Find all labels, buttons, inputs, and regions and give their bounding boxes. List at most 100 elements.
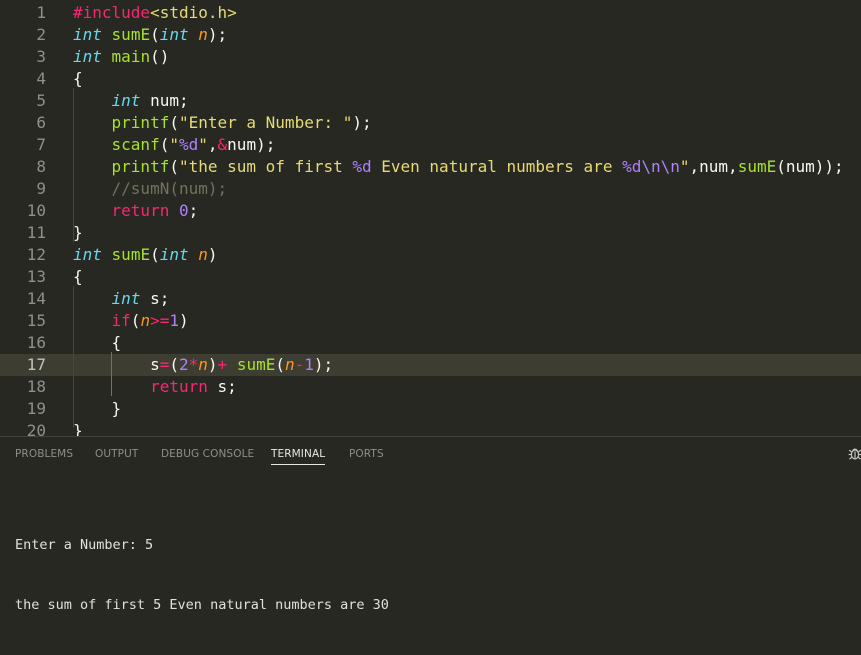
code-text: return 0; [73, 200, 199, 222]
code-token: - [294, 355, 305, 374]
code-line[interactable]: 18 return s; [0, 376, 861, 398]
code-token: >= [150, 311, 170, 330]
code-line[interactable]: 4{ [0, 68, 861, 90]
code-token: ( [150, 245, 160, 264]
code-token: " [169, 135, 179, 154]
code-token: 1 [169, 311, 179, 330]
current-code-line[interactable]: 17 s=(2*n)+ sumE(n-1); [0, 354, 861, 376]
code-token: if [111, 311, 131, 330]
code-text: if(n>=1) [73, 310, 189, 332]
code-text: } [73, 222, 83, 244]
code-token: n [198, 245, 208, 264]
code-text: int sumE(int n); [73, 24, 227, 46]
code-text: printf("the sum of first %d Even natural… [73, 156, 844, 178]
code-token: num); [227, 135, 276, 154]
code-token: int [111, 289, 141, 308]
code-text: } [73, 420, 83, 436]
code-token: <stdio.h> [150, 3, 237, 22]
code-line[interactable]: 5 int num; [0, 90, 861, 112]
line-number: 13 [26, 267, 46, 286]
line-number: 11 [26, 223, 46, 242]
code-token: ) [178, 311, 189, 330]
code-token: n [198, 25, 208, 44]
code-editor[interactable]: 1 #include<stdio.h> 2 int sumE(int n); 3 int … [0, 0, 861, 436]
code-token: n [285, 355, 295, 374]
code-text: { [73, 332, 122, 354]
code-line[interactable]: 19 } [0, 398, 861, 420]
panel-tabs: PROBLEMS OUTPUT DEBUG CONSOLE TERMINAL P… [0, 437, 861, 471]
code-token: 2 [178, 355, 189, 374]
code-line[interactable]: 14 int s; [0, 288, 861, 310]
code-line[interactable]: 7 scanf("%d",&num); [0, 134, 861, 156]
code-line[interactable]: 6 printf("Enter a Number: "); [0, 112, 861, 134]
code-token: } [73, 399, 122, 418]
line-number: 17 [26, 355, 46, 374]
code-line[interactable]: 3 int main() [0, 46, 861, 68]
code-line[interactable]: 16 { [0, 332, 861, 354]
bottom-panel: PROBLEMS OUTPUT DEBUG CONSOLE TERMINAL P… [0, 436, 861, 613]
line-number: 3 [36, 47, 46, 66]
code-line[interactable]: 8 printf("the sum of first %d Even natur… [0, 156, 861, 178]
line-number: 20 [26, 421, 46, 436]
code-text: //sumN(num); [73, 178, 228, 200]
code-line[interactable]: 13 { [0, 266, 861, 288]
code-token: int [159, 25, 189, 44]
code-token: 0 [178, 201, 189, 220]
line-number: 7 [36, 135, 46, 154]
line-number: 12 [26, 245, 46, 264]
code-token: scanf [111, 135, 160, 154]
line-number: 6 [36, 113, 46, 132]
code-token: printf [111, 157, 170, 176]
terminal-output[interactable]: Enter a Number: 5 the sum of first 5 Eve… [15, 495, 389, 655]
code-line[interactable]: 10 return 0; [0, 200, 861, 222]
code-token: s; [140, 289, 170, 308]
code-token: ( [169, 157, 179, 176]
code-token: int [111, 91, 141, 110]
indent-guide [73, 88, 74, 242]
code-token: , [207, 135, 218, 154]
code-line[interactable]: 15 if(n>=1) [0, 310, 861, 332]
code-token: sumE [236, 355, 276, 374]
code-token: int [73, 25, 102, 44]
code-token: } [73, 421, 83, 436]
tab-debug-console[interactable]: DEBUG CONSOLE [161, 448, 254, 460]
code-token: ); [313, 355, 334, 374]
active-indent-guide [111, 352, 112, 396]
tab-output[interactable]: OUTPUT [95, 448, 138, 460]
code-token: s; [207, 377, 237, 396]
code-token: ( [130, 311, 141, 330]
code-token: #include [73, 3, 151, 22]
bug-icon[interactable] [848, 445, 861, 461]
line-number: 1 [36, 3, 46, 22]
code-token: n [140, 311, 151, 330]
line-number: 8 [36, 157, 46, 176]
tab-problems[interactable]: PROBLEMS [15, 448, 73, 460]
code-text: return s; [73, 376, 237, 398]
code-line[interactable]: 20} [0, 420, 861, 436]
code-token: ( [150, 25, 160, 44]
terminal-line: Enter a Number: 5 [15, 537, 154, 553]
code-token: n [198, 355, 208, 374]
tab-ports[interactable]: PORTS [349, 448, 384, 460]
tab-terminal[interactable]: TERMINAL [271, 448, 326, 465]
code-line[interactable]: 11} [0, 222, 861, 244]
code-text: int num; [73, 90, 189, 112]
code-line[interactable]: 1 #include<stdio.h> [0, 2, 861, 24]
code-token: ) [207, 245, 218, 264]
code-line[interactable]: 2 int sumE(int n); [0, 24, 861, 46]
code-token: sumE [111, 25, 151, 44]
code-token: int [73, 245, 102, 264]
code-line[interactable]: 12 int sumE(int n) [0, 244, 861, 266]
line-number: 10 [26, 201, 46, 220]
code-token: " [679, 157, 690, 176]
code-line[interactable]: 9 //sumN(num); [0, 178, 861, 200]
